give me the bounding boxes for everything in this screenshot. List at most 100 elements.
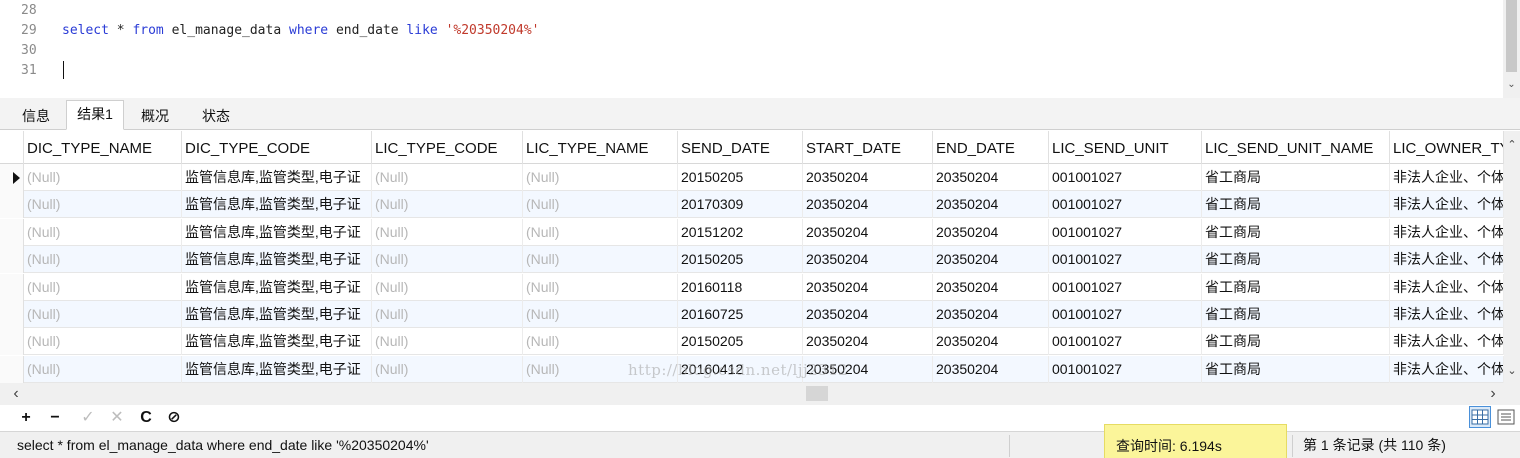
table-cell[interactable]: 非法人企业、个体 <box>1390 301 1504 328</box>
grid-horizontal-scrollbar[interactable]: ‹ › <box>0 383 1504 405</box>
column-header[interactable]: END_DATE <box>933 131 1049 164</box>
table-cell[interactable]: 001001027 <box>1049 191 1202 219</box>
sql-editor[interactable]: 28 29 select * from el_manage_data where e… <box>0 0 1520 98</box>
table-cell[interactable]: 省工商局 <box>1202 273 1390 301</box>
row-indicator[interactable] <box>0 328 24 356</box>
column-header[interactable]: LIC_SEND_UNIT <box>1049 131 1202 164</box>
editor-scroll-thumb[interactable] <box>1506 0 1517 72</box>
table-cell[interactable]: 20350204 <box>803 246 933 274</box>
grid-vertical-scrollbar[interactable]: ⌃ ⌄ <box>1504 131 1520 383</box>
table-cell[interactable]: 001001027 <box>1049 355 1202 383</box>
table-cell[interactable]: 监管信息库,监管类型,电子证 <box>182 191 372 219</box>
column-header[interactable]: DIC_TYPE_CODE <box>182 131 372 164</box>
table-cell[interactable]: (Null) <box>372 246 523 274</box>
table-cell[interactable]: 非法人企业、个体 <box>1390 191 1504 219</box>
column-header[interactable]: LIC_OWNER_TY <box>1390 131 1504 164</box>
table-cell[interactable]: 监管信息库,监管类型,电子证 <box>182 246 372 274</box>
table-cell[interactable]: 20160118 <box>678 273 803 301</box>
table-cell[interactable]: (Null) <box>24 218 182 246</box>
table-cell[interactable]: (Null) <box>372 191 523 219</box>
row-indicator[interactable] <box>0 218 24 246</box>
scroll-down-icon[interactable]: ⌄ <box>1504 363 1520 379</box>
table-cell[interactable]: 20151202 <box>678 218 803 246</box>
table-cell[interactable]: (Null) <box>523 246 678 274</box>
table-cell[interactable]: 20160725 <box>678 301 803 328</box>
discard-changes-button[interactable]: ✕ <box>107 408 127 428</box>
table-cell[interactable]: 001001027 <box>1049 328 1202 356</box>
tab-result1[interactable]: 结果1 <box>66 100 124 130</box>
table-cell[interactable]: 20170309 <box>678 191 803 219</box>
table-cell[interactable]: (Null) <box>24 355 182 383</box>
table-cell[interactable]: 001001027 <box>1049 246 1202 274</box>
table-row[interactable]: (Null) 监管信息库,监管类型,电子证 (Null) (Null) 20151202… <box>0 218 1504 246</box>
table-cell[interactable]: (Null) <box>24 164 182 191</box>
table-cell[interactable]: 省工商局 <box>1202 191 1390 219</box>
table-cell[interactable]: (Null) <box>372 355 523 383</box>
table-cell[interactable]: 非法人企业、个体 <box>1390 218 1504 246</box>
table-cell[interactable]: 20350204 <box>803 218 933 246</box>
table-cell[interactable]: 20150205 <box>678 164 803 191</box>
table-cell[interactable]: 20150205 <box>678 328 803 356</box>
table-cell[interactable]: 省工商局 <box>1202 301 1390 328</box>
row-indicator[interactable] <box>0 301 24 328</box>
stop-button[interactable]: ⊘ <box>164 408 184 428</box>
table-cell[interactable]: 非法人企业、个体 <box>1390 164 1504 191</box>
table-cell[interactable]: (Null) <box>523 273 678 301</box>
table-row[interactable]: (Null) 监管信息库,监管类型,电子证 (Null) (Null) 20160118… <box>0 273 1504 301</box>
tab-status[interactable]: 状态 <box>188 102 244 130</box>
table-cell[interactable]: 20350204 <box>803 328 933 356</box>
row-indicator[interactable] <box>0 191 24 219</box>
form-view-button[interactable] <box>1495 406 1517 428</box>
row-indicator[interactable] <box>0 164 24 191</box>
table-cell[interactable]: (Null) <box>523 218 678 246</box>
table-cell[interactable]: 省工商局 <box>1202 355 1390 383</box>
table-cell[interactable]: 001001027 <box>1049 164 1202 191</box>
table-cell[interactable]: 20350204 <box>803 301 933 328</box>
table-cell[interactable]: 001001027 <box>1049 218 1202 246</box>
refresh-button[interactable]: C <box>136 408 156 428</box>
table-cell[interactable]: 20350204 <box>933 246 1049 274</box>
table-cell[interactable]: (Null) <box>24 273 182 301</box>
grid-view-button[interactable] <box>1469 406 1491 428</box>
scroll-right-icon[interactable]: › <box>1485 383 1501 405</box>
table-cell[interactable]: 非法人企业、个体 <box>1390 273 1504 301</box>
table-cell[interactable]: 监管信息库,监管类型,电子证 <box>182 328 372 356</box>
column-header[interactable]: SEND_DATE <box>678 131 803 164</box>
column-header[interactable]: LIC_SEND_UNIT_NAME <box>1202 131 1390 164</box>
table-cell[interactable]: 001001027 <box>1049 273 1202 301</box>
horizontal-scroll-thumb[interactable] <box>806 386 828 401</box>
table-cell[interactable]: 20350204 <box>933 273 1049 301</box>
table-cell[interactable]: 20350204 <box>803 191 933 219</box>
scroll-down-icon[interactable]: ⌄ <box>1506 78 1517 92</box>
code-text[interactable]: select * from el_manage_data where end_d… <box>62 21 539 41</box>
add-record-button[interactable]: + <box>16 408 36 428</box>
row-indicator[interactable] <box>0 355 24 383</box>
apply-changes-button[interactable]: ✓ <box>78 408 98 428</box>
table-cell[interactable]: (Null) <box>24 328 182 356</box>
table-row[interactable]: (Null) 监管信息库,监管类型,电子证 (Null) (Null) 20150205… <box>0 328 1504 356</box>
table-cell[interactable]: 001001027 <box>1049 301 1202 328</box>
table-cell[interactable]: 省工商局 <box>1202 246 1390 274</box>
table-cell[interactable]: (Null) <box>523 191 678 219</box>
column-header[interactable]: LIC_TYPE_CODE <box>372 131 523 164</box>
table-cell[interactable]: (Null) <box>372 164 523 191</box>
table-cell[interactable]: (Null) <box>372 301 523 328</box>
table-cell[interactable]: 监管信息库,监管类型,电子证 <box>182 355 372 383</box>
table-row[interactable]: (Null) 监管信息库,监管类型,电子证 (Null) (Null) 20150205… <box>0 246 1504 274</box>
table-cell[interactable]: 20350204 <box>803 164 933 191</box>
delete-record-button[interactable]: − <box>45 408 65 428</box>
table-cell[interactable]: 省工商局 <box>1202 328 1390 356</box>
table-cell[interactable]: 20350204 <box>933 301 1049 328</box>
column-header[interactable]: DIC_TYPE_NAME <box>24 131 182 164</box>
table-cell[interactable]: (Null) <box>372 328 523 356</box>
table-row[interactable]: (Null) 监管信息库,监管类型,电子证 (Null) (Null) 20170309… <box>0 191 1504 219</box>
table-cell[interactable]: 监管信息库,监管类型,电子证 <box>182 164 372 191</box>
table-cell[interactable]: 监管信息库,监管类型,电子证 <box>182 273 372 301</box>
table-cell[interactable]: 20350204 <box>933 191 1049 219</box>
table-cell[interactable]: (Null) <box>24 301 182 328</box>
table-cell[interactable]: 20350204 <box>933 328 1049 356</box>
table-cell[interactable]: 省工商局 <box>1202 164 1390 191</box>
column-header[interactable]: START_DATE <box>803 131 933 164</box>
table-cell[interactable]: 20350204 <box>933 164 1049 191</box>
scroll-up-icon[interactable]: ⌃ <box>1504 137 1520 153</box>
